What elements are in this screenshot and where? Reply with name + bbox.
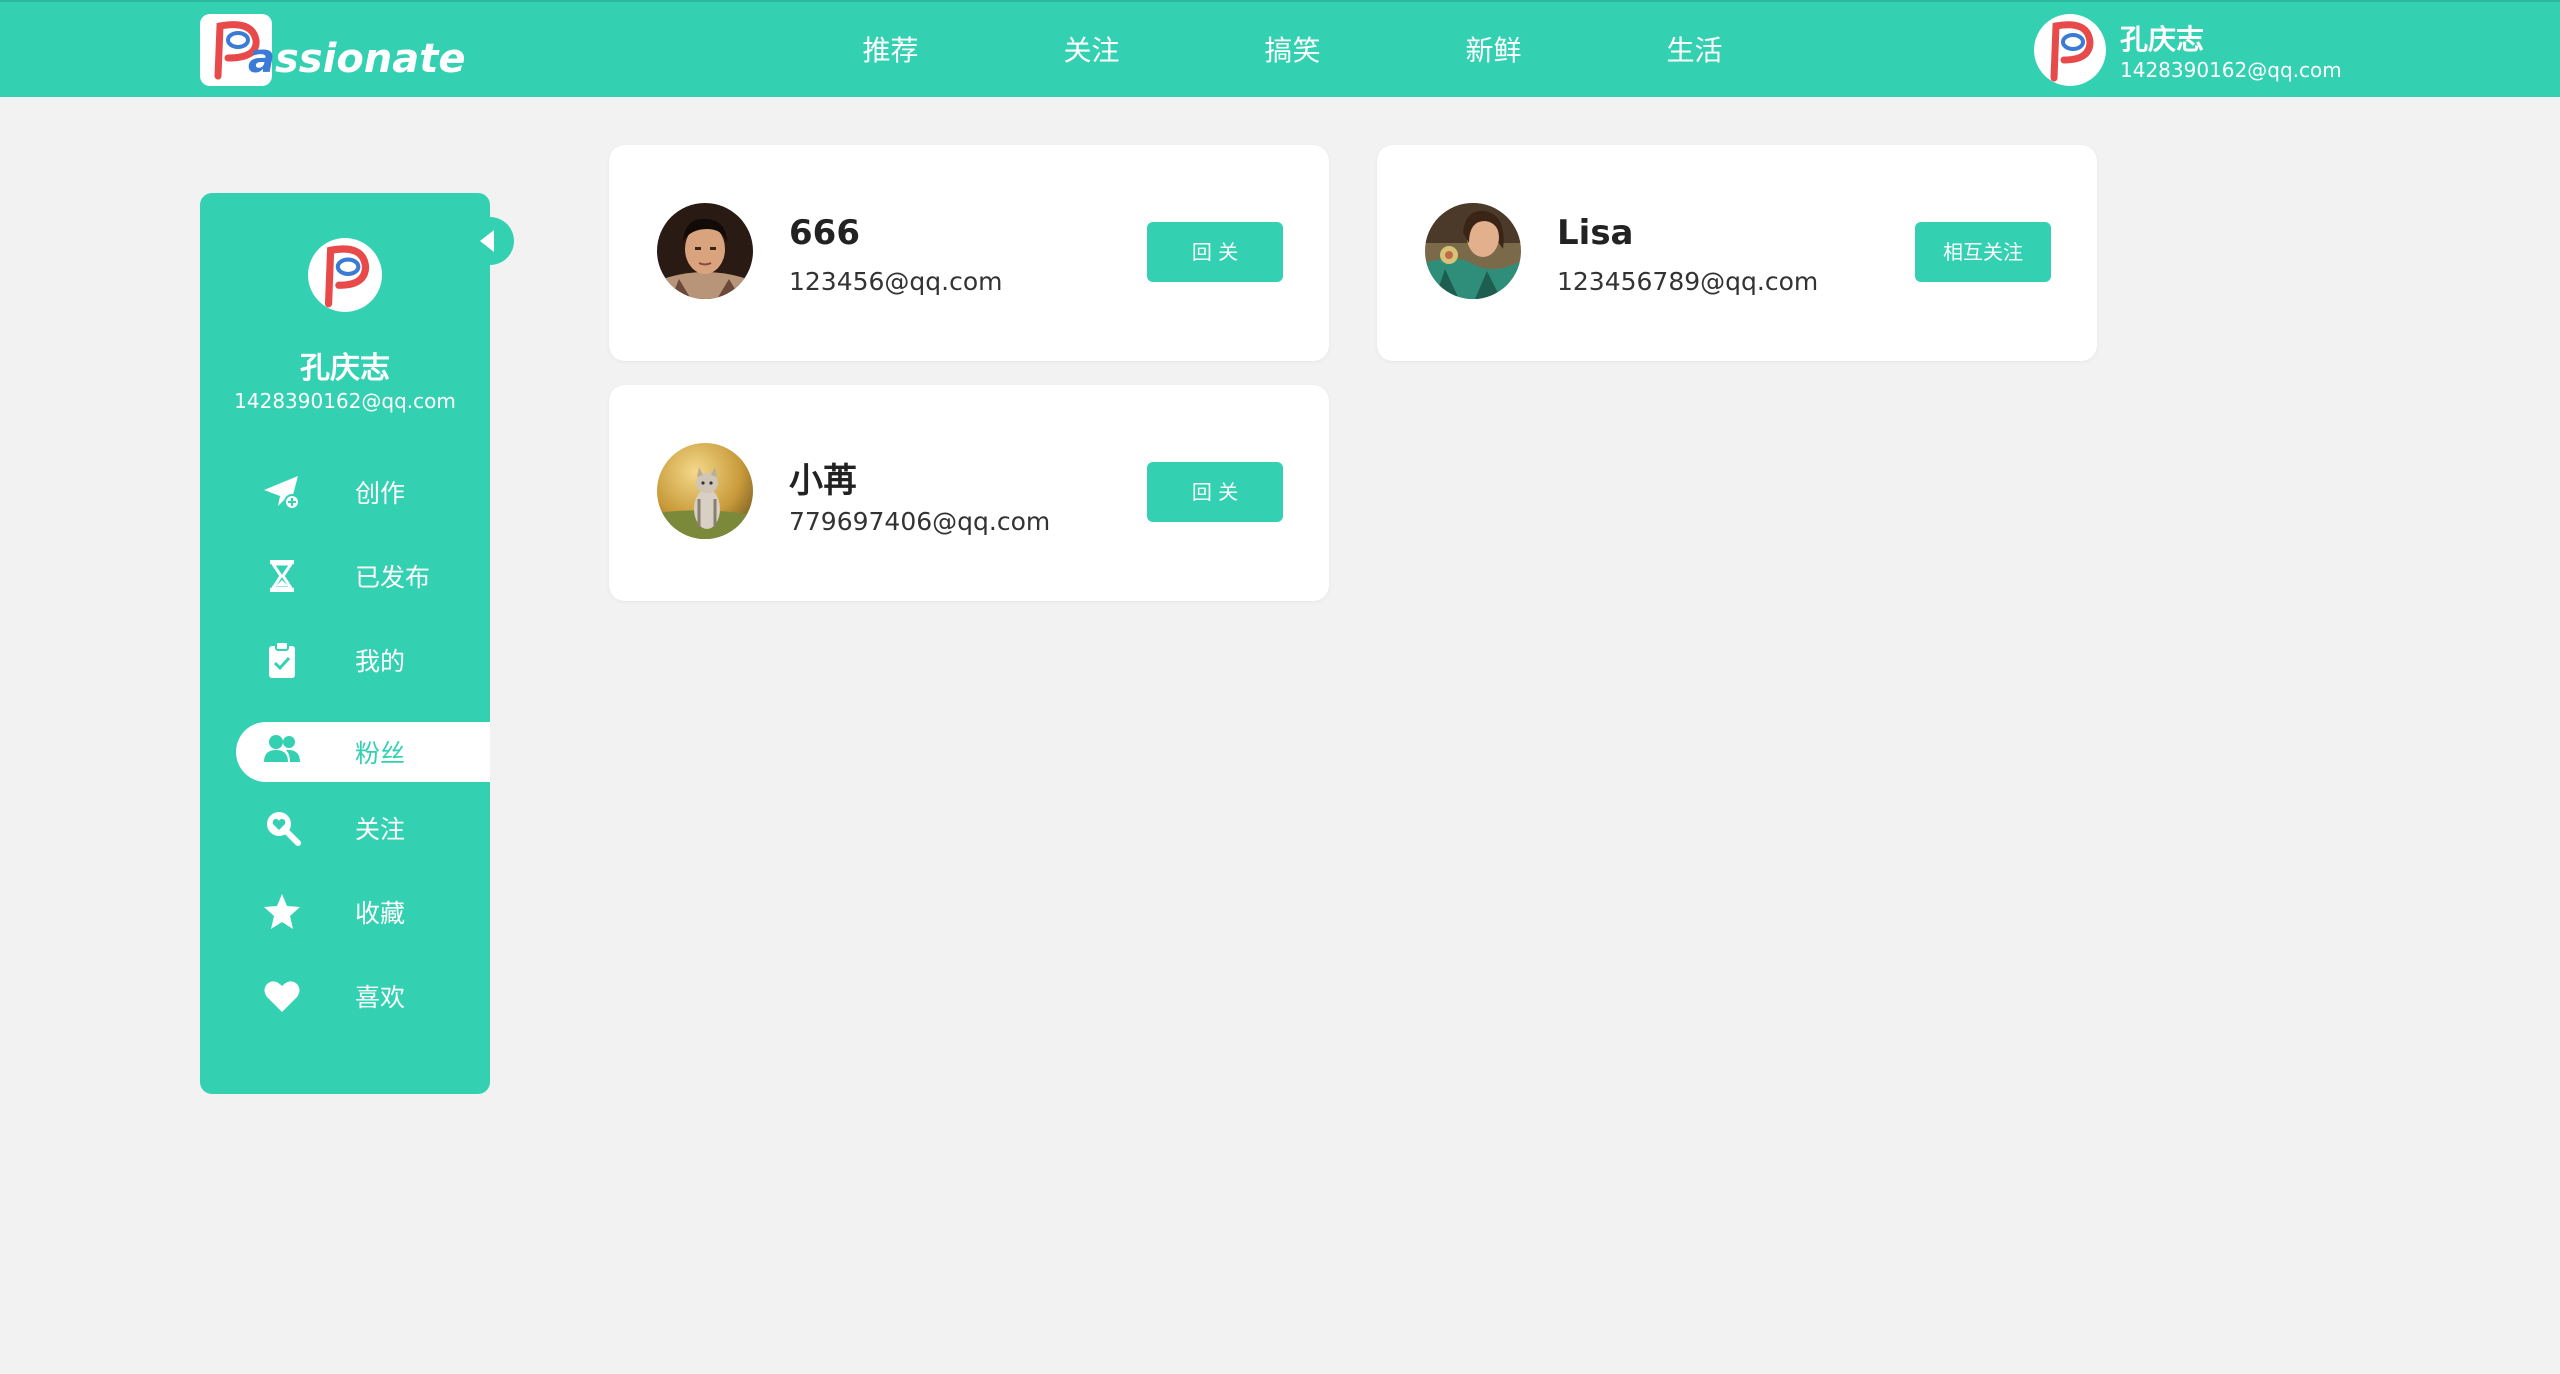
fan-avatar[interactable]	[1425, 203, 1521, 299]
header-user-name: 孔庆志	[2120, 23, 2205, 56]
sidebar-item-mine[interactable]: 我的	[200, 616, 490, 700]
nav-item-funny[interactable]: 搞笑	[1192, 2, 1393, 99]
sidebar-item-label: 收藏	[355, 899, 406, 928]
fan-avatar[interactable]	[657, 203, 753, 299]
sidebar-item-following[interactable]: 关注	[200, 784, 490, 868]
users-icon	[262, 730, 302, 770]
fan-name: 666	[789, 213, 860, 253]
mutual-follow-button[interactable]: 相互关注	[1915, 222, 2051, 282]
fan-email: 779697406@qq.com	[789, 507, 1051, 536]
sidebar-item-fans[interactable]: 粉丝	[200, 700, 490, 784]
fan-card: Lisa 123456789@qq.com 相互关注	[1377, 145, 2097, 361]
fan-card: 666 123456@qq.com 回 关	[609, 145, 1329, 361]
sidebar-collapse-button[interactable]	[470, 217, 514, 265]
clipboard-check-icon	[262, 640, 302, 680]
nav-item-following[interactable]: 关注	[991, 2, 1192, 99]
header-user-email: 1428390162@qq.com	[2120, 58, 2342, 82]
top-header: assionate 推荐 关注 搞笑 新鲜 生活 孔庆志 1428390162@…	[0, 0, 2560, 97]
header-user[interactable]: 孔庆志 1428390162@qq.com	[2034, 14, 2434, 88]
main-nav: 推荐 关注 搞笑 新鲜 生活	[790, 2, 1795, 99]
paper-plane-icon	[262, 472, 302, 512]
sidebar-item-label: 喜欢	[355, 983, 406, 1012]
logo-text: assionate	[248, 36, 466, 82]
sidebar-menu: 创作 已发布 我的 粉丝 关注 收藏 喜欢	[200, 448, 490, 1036]
fan-card: 小苒 779697406@qq.com 回 关	[609, 385, 1329, 601]
nav-item-fresh[interactable]: 新鲜	[1393, 2, 1594, 99]
fan-name: 小苒	[789, 461, 857, 501]
heart-icon	[262, 976, 302, 1016]
hourglass-icon	[262, 556, 302, 596]
sidebar-avatar	[308, 238, 382, 312]
sidebar-user-email: 1428390162@qq.com	[234, 389, 456, 413]
follow-back-button[interactable]: 回 关	[1147, 222, 1283, 282]
logo[interactable]: assionate	[200, 14, 466, 90]
sidebar-item-label: 我的	[355, 647, 406, 676]
sidebar: 孔庆志 1428390162@qq.com 创作 已发布 我的 粉丝 关注 收藏…	[200, 193, 490, 1094]
fan-name: Lisa	[1557, 213, 1634, 253]
sidebar-item-published[interactable]: 已发布	[200, 532, 490, 616]
nav-item-life[interactable]: 生活	[1594, 2, 1795, 99]
sidebar-item-label: 创作	[355, 479, 406, 508]
sidebar-item-favorites[interactable]: 收藏	[200, 868, 490, 952]
avatar[interactable]	[2034, 14, 2106, 86]
nav-item-recommend[interactable]: 推荐	[790, 2, 991, 99]
star-icon	[262, 892, 302, 932]
sidebar-item-label: 已发布	[355, 563, 431, 592]
search-heart-icon	[262, 808, 302, 848]
chevron-left-icon	[480, 230, 494, 252]
fan-email: 123456789@qq.com	[1557, 267, 1819, 296]
sidebar-item-label: 粉丝	[355, 739, 406, 768]
sidebar-item-create[interactable]: 创作	[200, 448, 490, 532]
fan-avatar[interactable]	[657, 443, 753, 539]
follow-back-button[interactable]: 回 关	[1147, 462, 1283, 522]
sidebar-item-likes[interactable]: 喜欢	[200, 952, 490, 1036]
fan-email: 123456@qq.com	[789, 267, 1003, 296]
sidebar-user-name: 孔庆志	[300, 351, 390, 386]
sidebar-item-label: 关注	[355, 815, 406, 844]
